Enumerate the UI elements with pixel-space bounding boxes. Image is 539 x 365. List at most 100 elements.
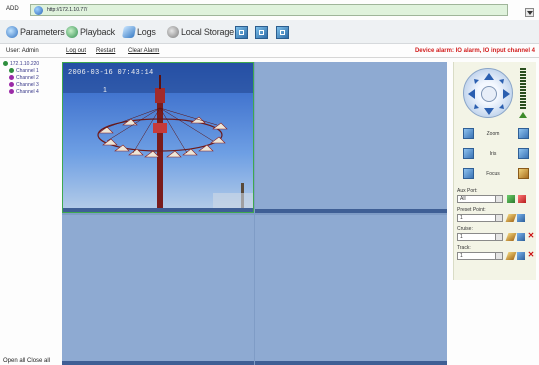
aux-port-label: Aux Port:	[457, 188, 478, 194]
cruise-stop-icon[interactable]: ✕	[527, 232, 535, 240]
iris-label: Iris	[489, 151, 497, 157]
clear-alarm-link[interactable]: Clear Alarm	[128, 48, 159, 54]
playback-label: Playback	[80, 27, 115, 37]
user-info: User: Admin	[6, 48, 39, 54]
channel-2-label: Channel 2	[16, 74, 39, 81]
playback-icon	[66, 26, 78, 38]
parameters-button[interactable]: Parameters	[6, 24, 65, 40]
quad-view-icon	[259, 30, 264, 35]
aux-on-button[interactable]	[507, 195, 515, 203]
aux-off-button[interactable]	[518, 195, 526, 203]
tree-channel-3[interactable]: Channel 3	[9, 81, 61, 88]
parameters-icon	[6, 26, 18, 38]
video-cell-4[interactable]	[255, 215, 447, 365]
chevron-down-icon	[495, 234, 502, 240]
channel-4-label: Channel 4	[16, 88, 39, 95]
single-view-icon	[239, 30, 244, 35]
logs-icon	[121, 26, 137, 38]
logout-link[interactable]: Log out	[66, 48, 86, 54]
focus-near-button[interactable]	[463, 168, 474, 179]
iris-open-button[interactable]	[518, 148, 529, 159]
tree-channel-1[interactable]: Channel 1	[9, 67, 61, 74]
video-cell-2-toolbar[interactable]	[255, 209, 447, 213]
local-storage-icon	[167, 26, 179, 38]
channel-3-icon	[9, 82, 14, 87]
user-name: Admin	[21, 48, 39, 54]
playback-button[interactable]: Playback	[66, 24, 115, 40]
video-grid: 2006-03-16 07:43:14 1	[62, 62, 447, 365]
track-edit-button[interactable]	[505, 252, 517, 260]
ptz-auto-button[interactable]	[481, 86, 497, 102]
preset-set-button[interactable]	[505, 214, 517, 222]
address-bar: ADD http://172.1.10.77/	[0, 2, 539, 18]
address-dropdown-button[interactable]	[525, 8, 534, 17]
focus-far-button[interactable]	[518, 168, 529, 179]
video-cell-3-toolbar[interactable]	[62, 361, 254, 365]
aux-port-select[interactable]: All	[457, 195, 503, 203]
video-cell-1-toolbar[interactable]	[63, 208, 253, 212]
chevron-down-icon	[495, 196, 502, 202]
tree-channel-2[interactable]: Channel 2	[9, 74, 61, 81]
main-toolbar: Parameters Playback Logs Local Storage	[0, 20, 539, 44]
logs-button[interactable]: Logs	[121, 24, 156, 40]
parameters-label: Parameters	[20, 27, 65, 37]
cruise-start-button[interactable]	[517, 233, 525, 241]
tree-channel-4[interactable]: Channel 4	[9, 88, 61, 95]
local-storage-label: Local Storage	[181, 27, 234, 37]
status-row: User: Admin Log out Restart Clear Alarm …	[0, 46, 539, 58]
restart-link[interactable]: Restart	[96, 48, 115, 54]
cruise-label: Cruise:	[457, 226, 473, 232]
track-start-button[interactable]	[517, 252, 525, 260]
zoom-out-button[interactable]	[463, 128, 474, 139]
cruise-edit-button[interactable]	[505, 233, 517, 241]
zoom-in-button[interactable]	[518, 128, 529, 139]
device-status-icon	[3, 61, 8, 66]
preset-select[interactable]: 1	[457, 214, 503, 222]
local-storage-button[interactable]: Local Storage	[167, 24, 234, 40]
zoom-label: Zoom	[486, 131, 500, 137]
device-label: 172.1.10.220	[10, 60, 40, 67]
track-select[interactable]: 1	[457, 252, 503, 260]
speed-icon	[519, 112, 527, 118]
track-stop-icon[interactable]: ✕	[527, 251, 535, 259]
fullscreen-button[interactable]	[276, 26, 289, 39]
cruise-select[interactable]: 1	[457, 233, 503, 241]
video-frame-image	[63, 63, 253, 212]
chevron-down-icon	[495, 215, 502, 221]
channel-2-icon	[9, 75, 14, 80]
ptz-speed-slider[interactable]	[520, 68, 526, 110]
video-channel-number: 1	[103, 87, 107, 94]
preset-call-button[interactable]	[517, 214, 525, 222]
address-input[interactable]: http://172.1.10.77/	[30, 4, 534, 17]
tree-footer: Open all Close all	[3, 358, 50, 364]
single-view-button[interactable]	[235, 26, 248, 39]
video-cell-3[interactable]	[62, 215, 254, 365]
video-cell-4-toolbar[interactable]	[255, 361, 447, 365]
video-cell-2[interactable]	[255, 62, 447, 213]
iris-close-button[interactable]	[463, 148, 474, 159]
video-cell-1[interactable]: 2006-03-16 07:43:14 1	[62, 62, 254, 213]
address-url: http://172.1.10.77/	[47, 7, 88, 13]
address-label: ADD	[6, 6, 19, 12]
channel-4-icon	[9, 89, 14, 94]
channel-1-label: Channel 1	[16, 67, 39, 74]
preset-value: 1	[460, 215, 463, 221]
fullscreen-icon	[280, 30, 285, 35]
tree-device[interactable]: 172.1.10.220	[3, 60, 61, 67]
preset-label: Preset Point:	[457, 207, 486, 213]
close-all-link[interactable]: Close all	[27, 358, 50, 364]
focus-label: Focus	[486, 171, 500, 177]
ptz-panel: Zoom Iris Focus Aux Port: All Preset Poi…	[453, 62, 536, 280]
app-window: ADD http://172.1.10.77/ Parameters Playb…	[0, 0, 539, 365]
channel-3-label: Channel 3	[16, 81, 39, 88]
ptz-direction-pad[interactable]	[463, 68, 513, 118]
logs-label: Logs	[137, 27, 156, 37]
cruise-value: 1	[460, 234, 463, 240]
open-all-link[interactable]: Open all	[3, 358, 25, 364]
video-timestamp: 2006-03-16 07:43:14	[68, 69, 154, 77]
quad-view-button[interactable]	[255, 26, 268, 39]
aux-port-value: All	[460, 196, 466, 202]
user-label: User:	[6, 48, 21, 54]
globe-icon	[34, 6, 43, 15]
alarm-message: Device alarm: IO alarm, IO input channel…	[414, 48, 535, 54]
